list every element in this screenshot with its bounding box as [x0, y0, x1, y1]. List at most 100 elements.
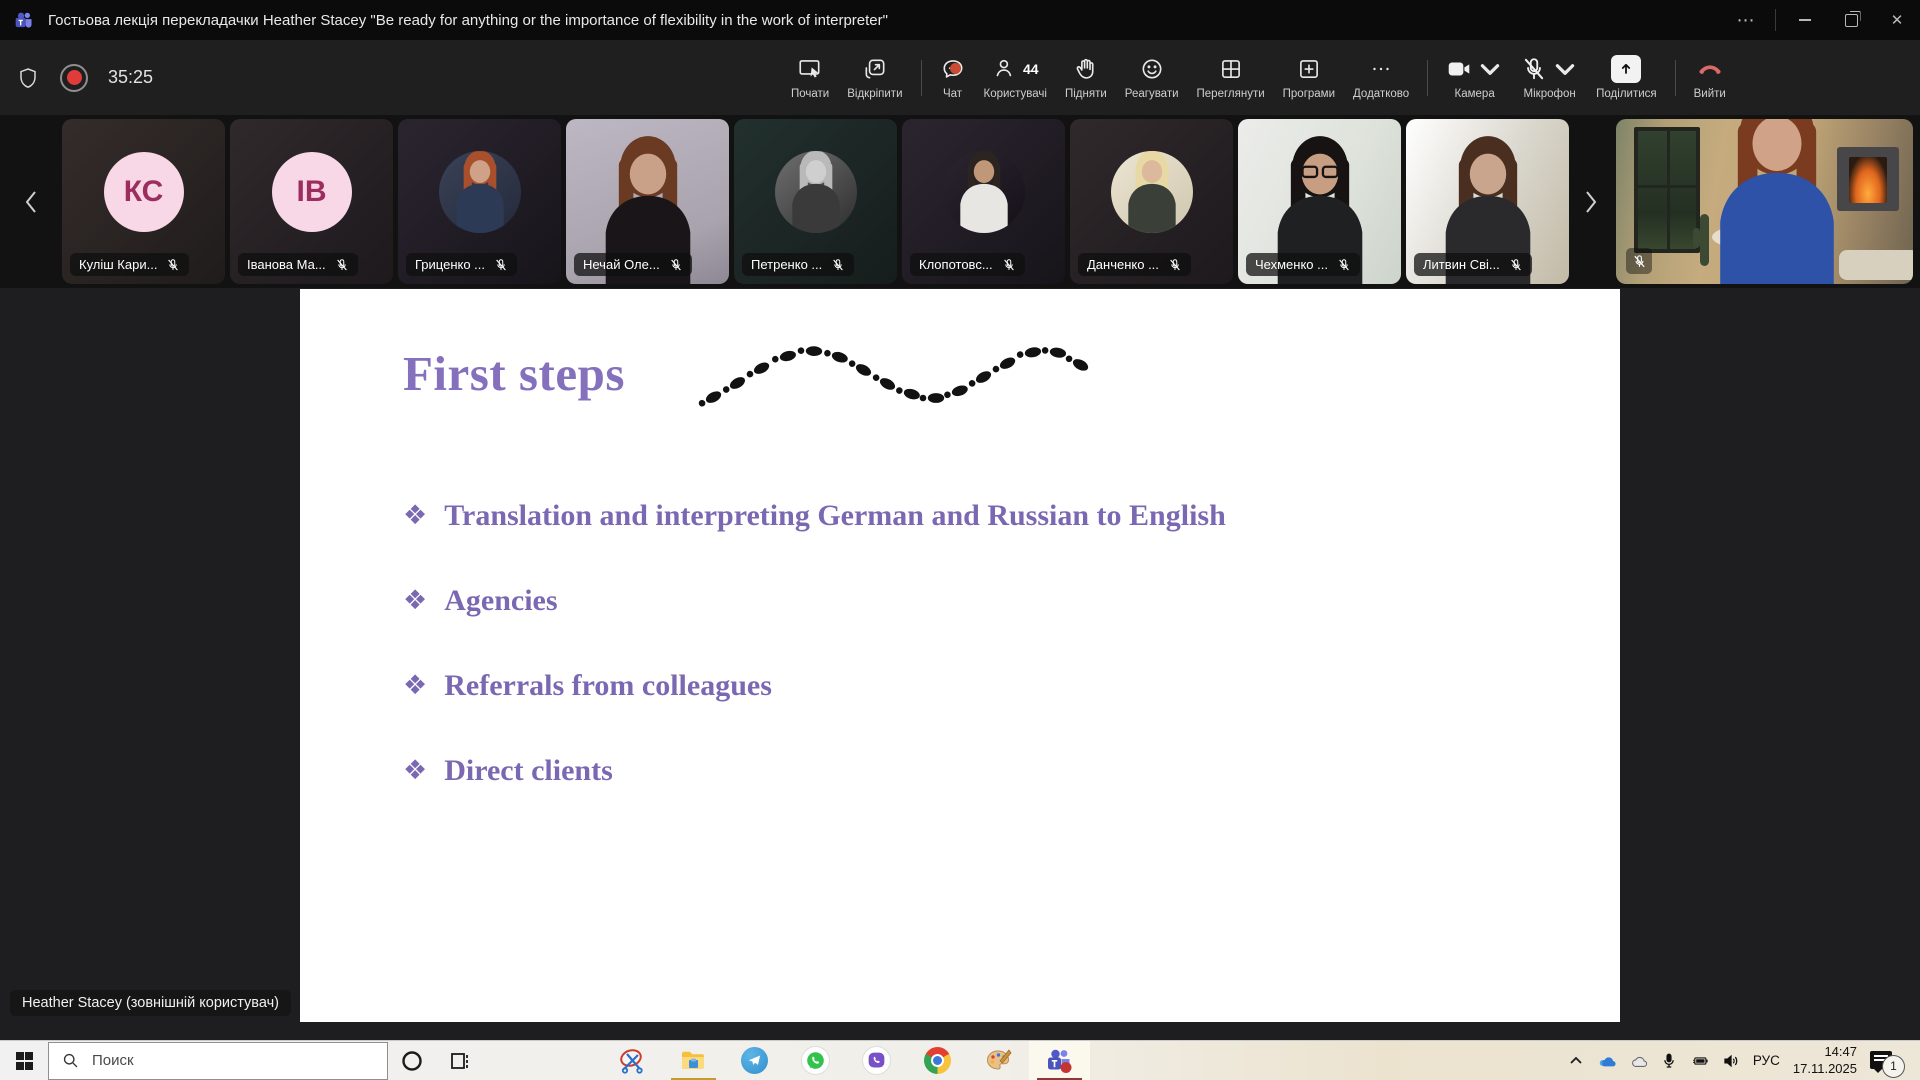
taskbar-app-file-explorer[interactable] — [663, 1041, 724, 1080]
paint-icon — [985, 1047, 1012, 1074]
meeting-toolbar: 35:25 Почати Відкріпити — [0, 40, 1920, 115]
view-button[interactable]: Переглянути — [1188, 55, 1274, 100]
react-button[interactable]: Реагувати — [1116, 55, 1188, 100]
language-indicator[interactable]: РУС — [1753, 1053, 1780, 1068]
toolbar-divider — [1427, 60, 1428, 96]
microphone-button[interactable]: Мікрофон — [1512, 55, 1587, 100]
volume-icon[interactable] — [1722, 1052, 1740, 1070]
teams-icon — [1046, 1047, 1073, 1074]
more-options-button[interactable]: Додатково — [1344, 55, 1418, 100]
taskbar-app-telegram[interactable] — [724, 1041, 785, 1080]
snipping-tool-icon — [619, 1047, 646, 1074]
camera-icon — [1446, 56, 1472, 82]
close-button[interactable]: ✕ — [1874, 0, 1920, 40]
apps-button[interactable]: Програми — [1274, 55, 1344, 100]
window-controls: ⋯ ✕ — [1723, 0, 1920, 40]
battery-charging-icon[interactable] — [1691, 1052, 1709, 1070]
onedrive-icon[interactable] — [1598, 1052, 1616, 1070]
maximize-button[interactable] — [1828, 0, 1874, 40]
participant-tile[interactable]: Чехменко ... — [1238, 119, 1401, 284]
bullet-text: Direct clients — [444, 754, 613, 788]
camera-button[interactable]: Камера — [1437, 55, 1512, 100]
scroll-right-button[interactable] — [1574, 189, 1608, 215]
chevron-right-icon — [1582, 189, 1600, 215]
taskbar-search[interactable]: Поиск — [48, 1042, 388, 1080]
toolbar-divider — [921, 60, 922, 96]
chevron-down-icon[interactable] — [1477, 56, 1503, 82]
participants-button[interactable]: 44 Користувачі — [975, 55, 1056, 100]
cortana-button[interactable] — [388, 1041, 436, 1080]
system-tray: РУС 14:47 17.11.2025 1 — [1567, 1044, 1920, 1078]
unpin-button[interactable]: Відкріпити — [838, 55, 911, 100]
avatar — [775, 151, 857, 233]
participant-name: Петренко ... — [751, 257, 822, 272]
participant-strip: КС Куліш Кари... ІВ Іванова Ма... Грицен… — [0, 115, 1920, 288]
minimize-button[interactable] — [1782, 0, 1828, 40]
taskbar-app-teams[interactable] — [1029, 1041, 1090, 1080]
minimize-icon — [1799, 19, 1811, 21]
participant-tile[interactable]: Клопотовс... — [902, 119, 1065, 284]
participant-tile[interactable]: Нечай Оле... — [566, 119, 729, 284]
notification-center-button[interactable]: 1 — [1870, 1049, 1896, 1073]
shared-slide: First steps ❖ — [300, 289, 1620, 1022]
grid-view-icon — [1218, 56, 1244, 82]
participant-name: Іванова Ма... — [247, 257, 326, 272]
meeting-status: 35:25 — [16, 40, 153, 115]
taskbar-app-snipping-tool[interactable] — [602, 1041, 663, 1080]
task-view-button[interactable] — [436, 1041, 484, 1080]
scroll-left-button[interactable] — [0, 189, 62, 215]
speaker-mic-muted — [1626, 248, 1652, 274]
hang-up-icon — [1697, 56, 1723, 82]
taskbar-app-viber[interactable] — [846, 1041, 907, 1080]
avatar — [439, 151, 521, 233]
leave-button[interactable]: Вийти — [1685, 55, 1735, 100]
onedrive-gray-cloud-icon[interactable] — [1629, 1052, 1647, 1070]
toolbar-actions: Почати Відкріпити Чат — [782, 40, 1735, 115]
taskbar-app-paint[interactable] — [968, 1041, 1029, 1080]
search-icon — [62, 1052, 79, 1069]
tray-expand-icon[interactable] — [1567, 1052, 1585, 1070]
window-more-button[interactable]: ⋯ — [1723, 0, 1769, 40]
avatar: ІВ — [272, 152, 352, 232]
windows-taskbar: Поиск — [0, 1040, 1920, 1080]
participant-tile[interactable]: Литвин Сві... — [1406, 119, 1569, 284]
restore-icon — [1845, 14, 1858, 27]
avatar — [943, 151, 1025, 233]
chrome-icon — [924, 1047, 951, 1074]
participant-name: Чехменко ... — [1255, 257, 1328, 272]
mic-muted-icon — [831, 258, 845, 272]
footprints-graphic — [696, 335, 1104, 435]
tray-mic-icon[interactable] — [1660, 1052, 1678, 1070]
mic-muted-icon — [494, 258, 508, 272]
chat-button[interactable]: Чат — [931, 55, 975, 100]
presenter-label: Heather Stacey (зовнішній користувач) — [10, 990, 291, 1016]
bullet-text: Translation and interpreting German and … — [444, 499, 1226, 533]
speaker-tile[interactable] — [1616, 119, 1913, 284]
mic-muted-icon — [1521, 56, 1547, 82]
screen-share-icon — [797, 56, 823, 82]
windows-logo-icon — [16, 1052, 33, 1069]
chevron-left-icon — [22, 189, 40, 215]
share-button[interactable]: Поділитися — [1587, 55, 1665, 100]
participant-tile[interactable]: Данченко ... — [1070, 119, 1233, 284]
taskbar-app-whatsapp[interactable] — [785, 1041, 846, 1080]
participant-tile[interactable]: Петренко ... — [734, 119, 897, 284]
participant-tile[interactable]: Гриценко ... — [398, 119, 561, 284]
slide-bullet: ❖ Agencies — [403, 584, 1226, 618]
mic-muted-icon — [1632, 254, 1647, 269]
bullet-marker-icon: ❖ — [403, 755, 427, 786]
start-button[interactable] — [0, 1041, 48, 1080]
slide-bullet: ❖ Translation and interpreting German an… — [403, 499, 1226, 533]
avatar: КС — [104, 152, 184, 232]
participant-tile[interactable]: ІВ Іванова Ма... — [230, 119, 393, 284]
start-presenting-button[interactable]: Почати — [782, 55, 838, 100]
raise-hand-button[interactable]: Підняти — [1056, 55, 1116, 100]
search-placeholder: Поиск — [92, 1052, 134, 1069]
chevron-down-icon[interactable] — [1552, 56, 1578, 82]
add-app-icon — [1296, 56, 1322, 82]
taskbar-app-chrome[interactable] — [907, 1041, 968, 1080]
participant-tile[interactable]: КС Куліш Кари... — [62, 119, 225, 284]
bullet-marker-icon: ❖ — [403, 670, 427, 701]
participant-name: Данченко ... — [1087, 257, 1159, 272]
taskbar-clock[interactable]: 14:47 17.11.2025 — [1793, 1044, 1857, 1078]
